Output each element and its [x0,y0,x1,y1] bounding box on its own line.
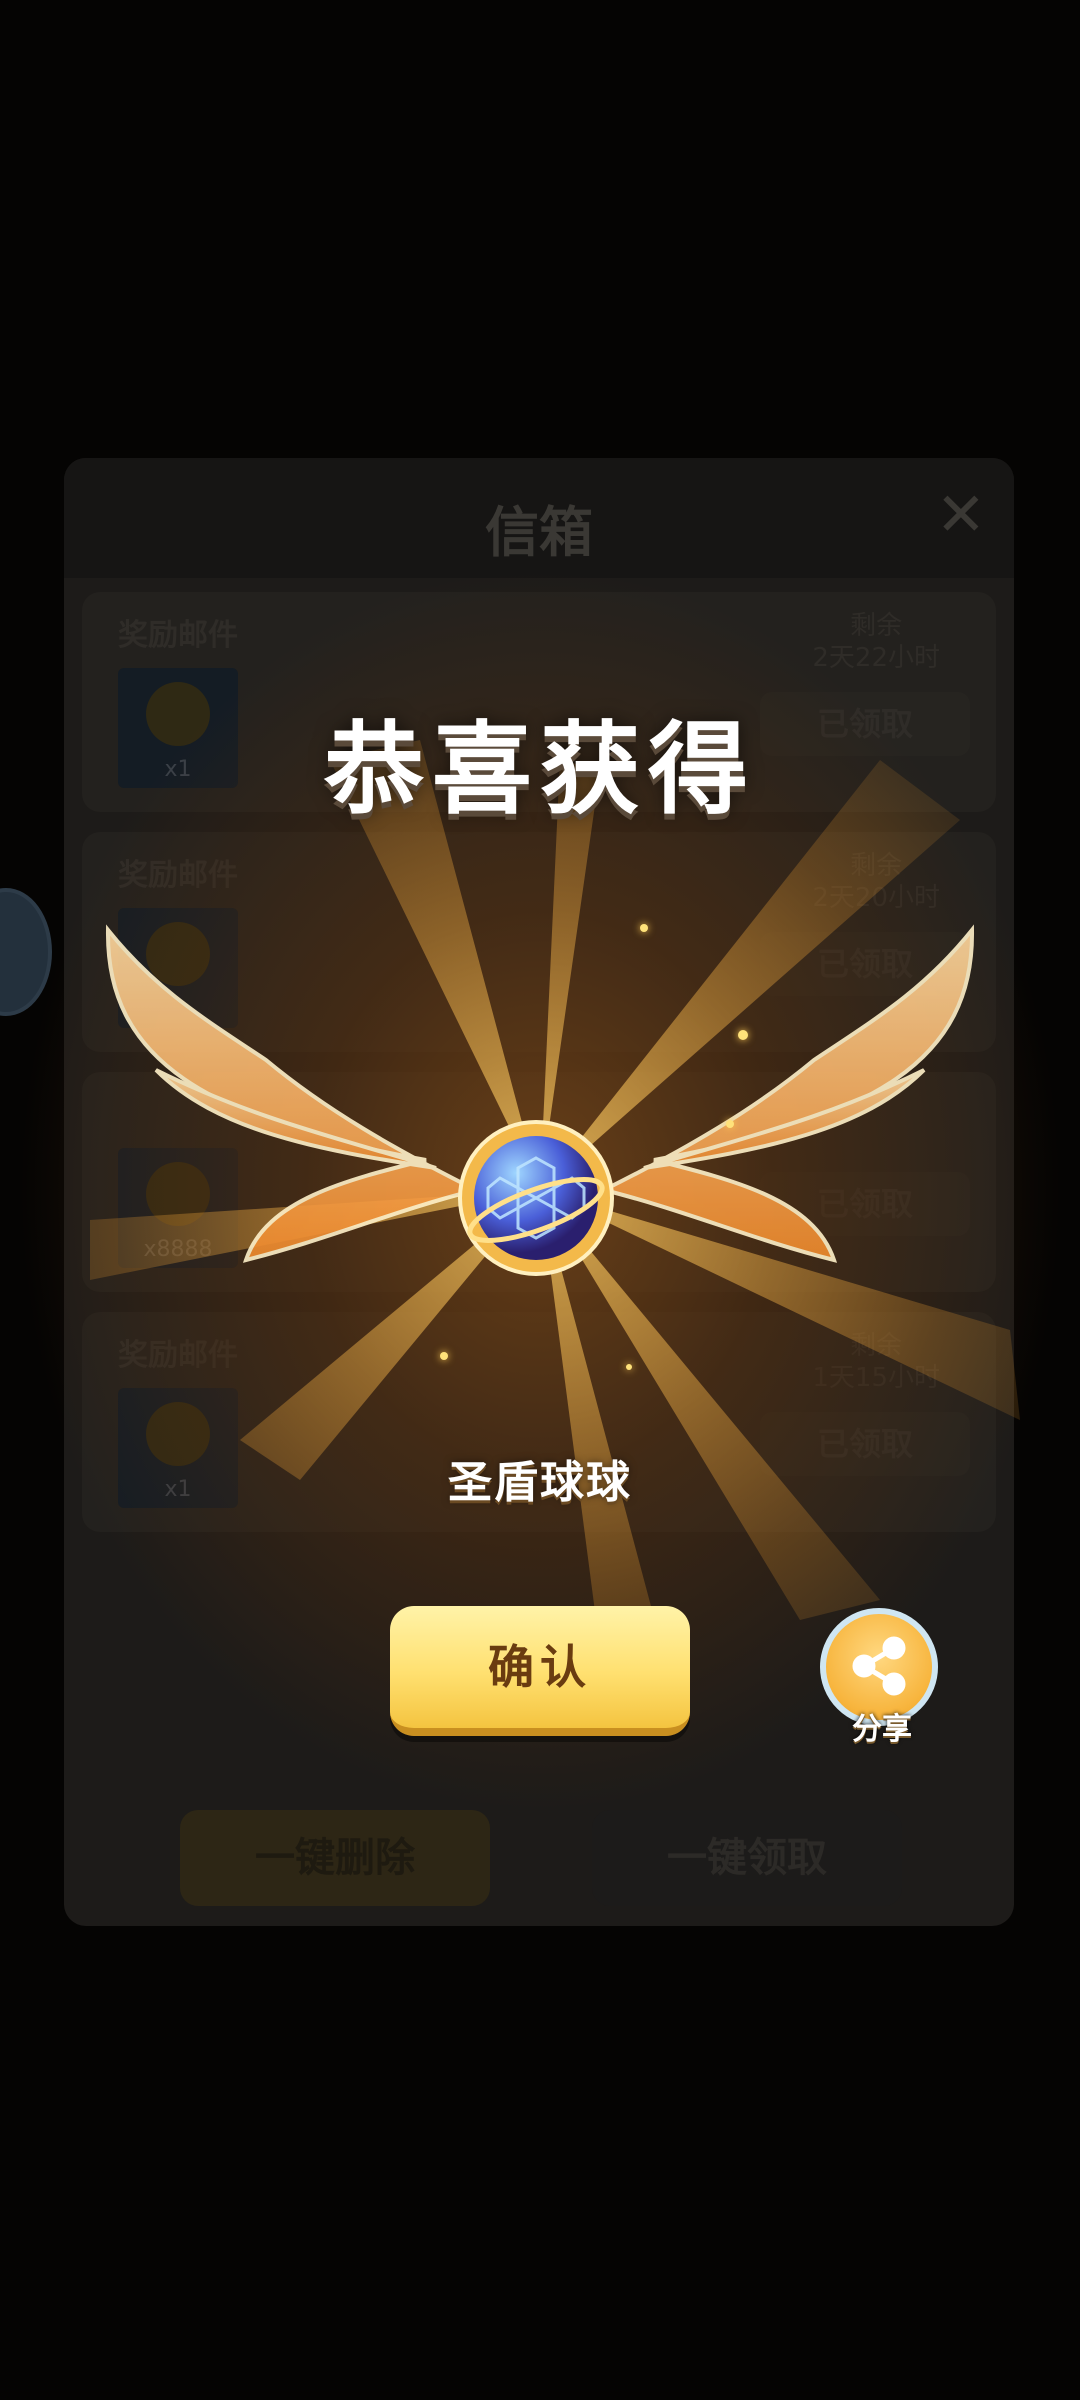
remain-label: 剩余 [850,1331,903,1361]
holy-shield-orb-icon [458,1120,614,1276]
mailbox-header: 信箱 ✕ [64,458,1014,578]
reward-headline: 恭喜获得 [324,711,756,828]
sparkle [726,1120,734,1128]
confirm-button[interactable]: 确认 [390,1606,690,1736]
mail-title: 奖励邮件 [118,1338,238,1373]
mail-title: 奖励邮件 [118,858,238,893]
side-float-avatar [0,888,52,1016]
remain-value: 2天22小时 [812,643,940,673]
sparkle [626,1364,632,1370]
mail-title: 奖励邮件 [118,618,238,653]
remain-time: 剩余 1天15小时 [812,1330,940,1394]
delete-all-button[interactable]: 一键删除 [180,1810,490,1906]
sparkle [738,1030,748,1040]
sparkle [440,1352,448,1360]
share-icon [852,1636,906,1696]
remain-label: 剩余 [850,851,903,881]
claim-all-button[interactable]: 一键领取 [592,1810,902,1906]
mailbox-title: 信箱 [485,501,593,564]
remain-value: 1天15小时 [812,1363,940,1393]
remain-time: 剩余 2天22小时 [812,610,940,674]
reward-item-name: 圣盾球球 [448,1457,632,1508]
share-label: 分享 [852,1712,912,1747]
remain-label: 剩余 [850,611,903,641]
remain-time: 剩余 2天20小时 [812,850,940,914]
close-icon[interactable]: ✕ [936,480,986,550]
sparkle [640,924,648,932]
